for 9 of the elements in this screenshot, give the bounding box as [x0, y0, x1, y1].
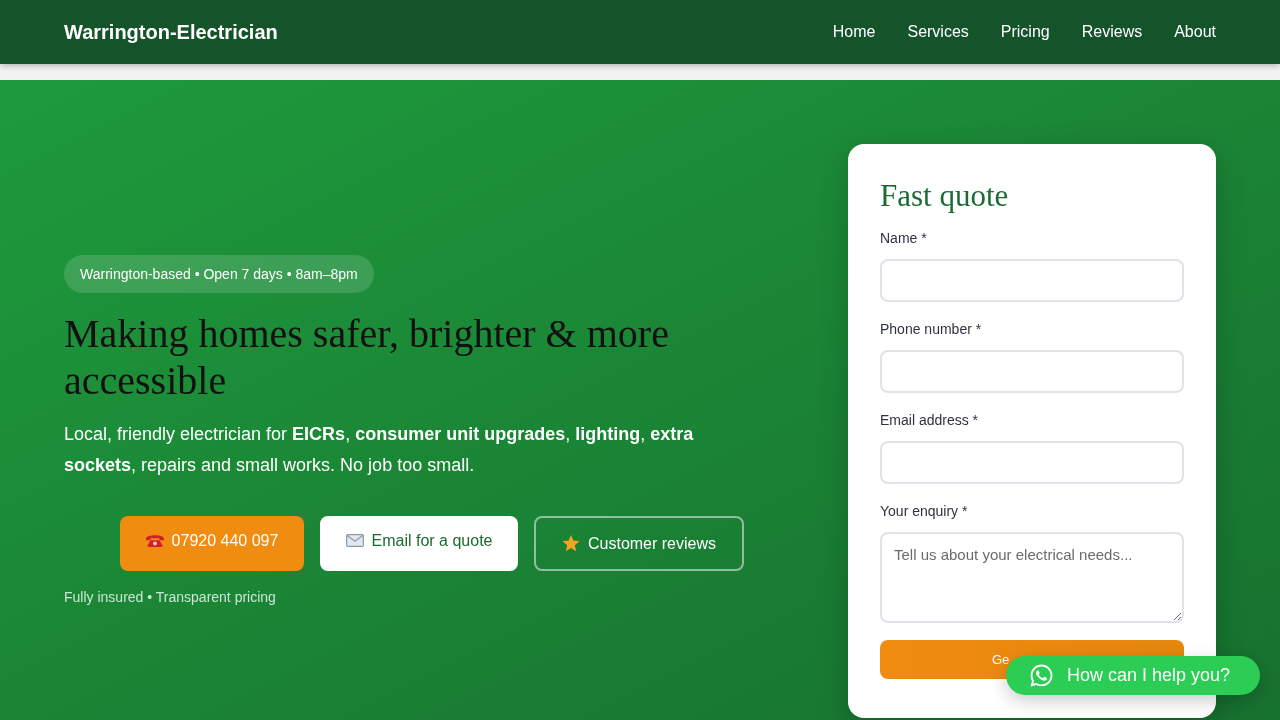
form-title: Fast quote [880, 177, 1010, 215]
field-label: Name * [880, 229, 928, 248]
hero-heading: Making homes safer, brighter & more accessible [64, 310, 670, 404]
hours-badge: Warrington-based • Open 7 days • 8am–8pm [64, 255, 374, 293]
field-label: Your enquiry * [880, 502, 969, 521]
field-label: Email address * [880, 411, 980, 430]
hero-intro: Local, friendly electrician for EICRs, consumer unit upgrades, lighting, extra sockets, repairs and small works. No job too small. [64, 423, 695, 477]
field-label: Phone number * [880, 320, 983, 339]
trust-note: Fully insured • Transparent pricing [64, 588, 277, 607]
